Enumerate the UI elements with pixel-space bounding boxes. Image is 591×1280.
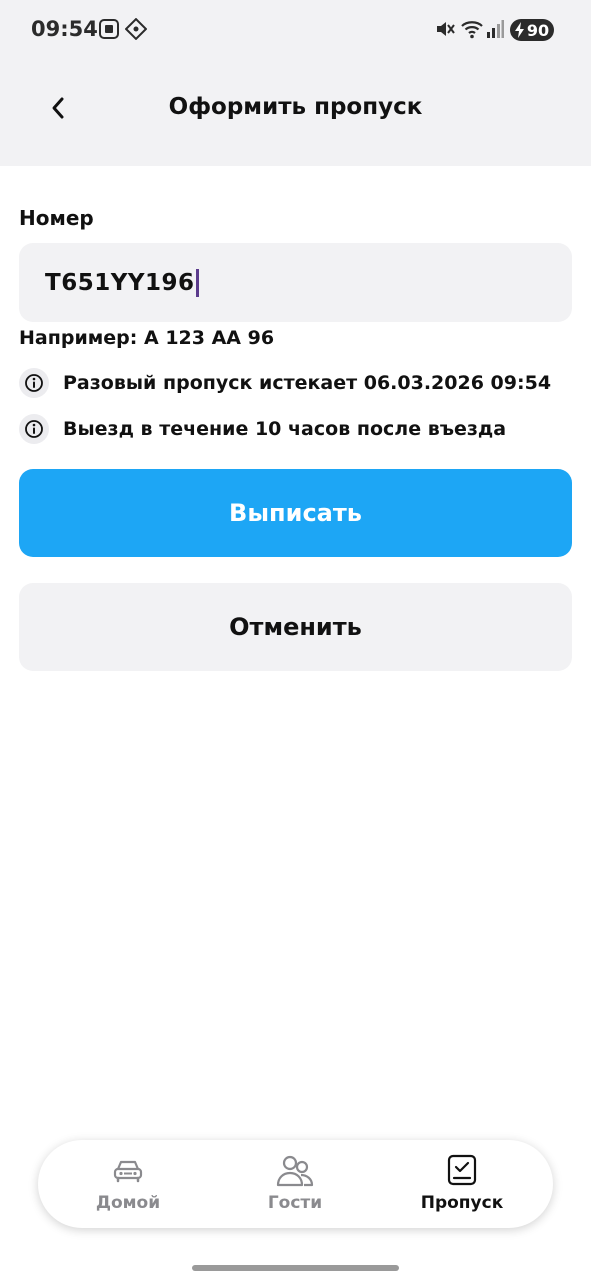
nav-label: Пропуск xyxy=(420,1193,504,1213)
header: Оформить пропуск xyxy=(0,70,591,146)
text-caret xyxy=(195,268,199,297)
number-input-value: T651YY196 xyxy=(45,269,195,296)
app-icon xyxy=(124,17,148,44)
screenshot-icon xyxy=(98,18,120,44)
info-text: Выезд в течение 10 часов после въезда xyxy=(63,418,507,440)
info-icon xyxy=(19,414,49,444)
bottom-nav: Домой Гости Пропуск xyxy=(38,1140,553,1228)
info-icon xyxy=(19,368,49,398)
wifi-icon xyxy=(460,18,484,44)
car-icon xyxy=(112,1153,144,1189)
nav-item-home[interactable]: Домой xyxy=(43,1140,213,1228)
cancel-button[interactable]: Отменить xyxy=(19,583,572,671)
nav-item-guests[interactable]: Гости xyxy=(210,1140,380,1228)
number-label: Номер xyxy=(19,206,94,230)
battery-charging-icon xyxy=(515,22,524,38)
battery-indicator: 90 xyxy=(510,19,554,41)
info-row-exit: Выезд в течение 10 часов после въезда xyxy=(19,414,506,444)
nav-item-pass[interactable]: Пропуск xyxy=(377,1140,547,1228)
nav-label: Гости xyxy=(267,1193,323,1213)
top-bar: 09:54 90 Оформить пропуск xyxy=(0,0,591,166)
battery-level: 90 xyxy=(526,20,550,40)
submit-button[interactable]: Выписать xyxy=(19,469,572,557)
status-time: 09:54 xyxy=(31,17,98,41)
number-example-hint: Например: А 123 АА 96 xyxy=(19,327,275,349)
page-title: Оформить пропуск xyxy=(168,94,423,120)
number-input[interactable]: T651YY196 xyxy=(19,243,572,322)
mute-icon xyxy=(434,18,456,44)
status-bar: 09:54 90 xyxy=(0,0,591,60)
home-indicator xyxy=(192,1265,399,1271)
pass-icon xyxy=(446,1153,478,1189)
signal-icon xyxy=(486,18,504,44)
info-text: Разовый пропуск истекает 06.03.2026 09:5… xyxy=(63,372,552,394)
nav-label: Домой xyxy=(95,1193,161,1213)
guests-icon xyxy=(275,1153,315,1189)
info-row-expiry: Разовый пропуск истекает 06.03.2026 09:5… xyxy=(19,368,551,398)
